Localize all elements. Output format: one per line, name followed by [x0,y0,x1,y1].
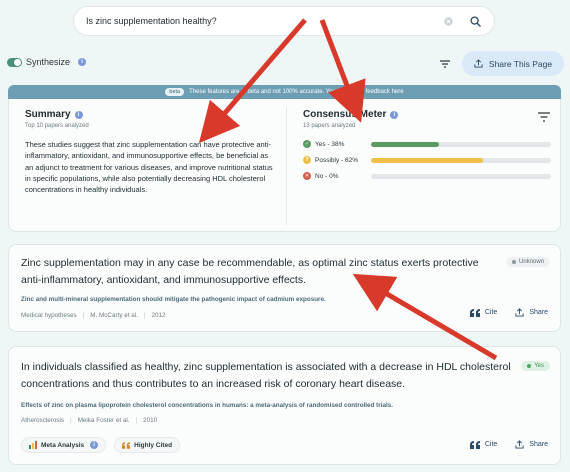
meta-separator: | [82,312,85,319]
cross-icon: ✕ [303,172,311,180]
share-page-button[interactable]: Share This Page [462,51,564,76]
paper-claim[interactable]: Zinc supplementation may in any case be … [21,255,481,289]
results-overview-card: Summary i Top 10 papers analyzed These s… [8,99,561,232]
summary-subtitle: Top 10 papers analyzed [25,123,89,129]
filter-icon [440,60,450,68]
paper-title[interactable]: Zinc and multi-mineral supplementation s… [21,296,501,303]
consensus-subtitle: 13 papers analyzed [303,123,356,129]
summary-title: Summary [25,109,71,120]
meter-row-yes: ✓ Yes - 38% [303,140,555,148]
paper-journal: Atherosclerosis [21,417,65,424]
quote-icon [469,440,480,449]
search-bar[interactable]: Is zinc supplementation healthy? [73,6,495,36]
share-label: Share [529,441,548,448]
status-dot [511,260,516,264]
synthesize-toggle[interactable] [7,57,22,67]
divider [286,107,287,225]
synthesize-row: Synthesize i [7,57,87,67]
paper-year: 2012 [151,312,166,319]
meta-separator: | [70,417,72,424]
meter-track-no [371,173,551,179]
synthesize-label: Synthesize [26,57,71,67]
meter-track-possibly [371,157,551,163]
meter-row-possibly: ? Possibly - 62% [303,156,555,164]
meta-analysis-label: Meta Analysis [41,441,85,449]
meter-fill-possibly [371,157,483,163]
filter-button[interactable] [432,52,458,76]
beta-badge: beta [165,88,185,96]
status-badge-yes: Yes [521,361,550,371]
share-page-label: Share This Page [488,58,553,69]
paper-card[interactable]: Zinc supplementation may in any case be … [8,244,561,332]
cite-button[interactable]: Cite [469,440,498,449]
share-label: Share [529,309,548,316]
paper-claim[interactable]: In individuals classified as healthy, zi… [21,359,511,393]
meta-separator: | [143,312,146,319]
question-icon: ? [303,156,311,164]
share-icon [474,59,483,68]
check-icon: ✓ [303,140,311,148]
cite-label: Cite [484,441,498,448]
quote-icon [469,308,480,317]
summary-info-icon[interactable]: i [74,110,83,119]
consensus-title: Consensus Meter [303,109,387,120]
meter-track-yes [371,141,551,147]
meta-analysis-badge[interactable]: Meta Analysis i [21,437,107,453]
share-icon [515,440,524,449]
meter-label-yes: Yes - 38% [315,140,345,148]
status-badge-label: Yes [534,363,544,369]
summary-text: These studies suggest that zinc suppleme… [25,140,273,195]
share-button[interactable]: Share [515,440,548,449]
paper-actions: Cite Share [469,308,548,317]
consensus-meter-section: Consensus Meter i 13 papers analyzed ✓ Y… [303,109,555,180]
search-icon[interactable] [466,12,484,30]
highly-cited-badge[interactable]: Highly Cited [114,437,181,453]
status-badge-label: Unknown [518,259,544,265]
meta-analysis-info-icon[interactable]: i [90,441,99,449]
paper-authors: M. McCarty et al. [90,312,138,319]
paper-card[interactable]: In individuals classified as healthy, zi… [8,346,561,465]
status-dot [527,364,532,368]
search-input[interactable]: Is zinc supplementation healthy? [84,16,440,26]
consensus-info-icon[interactable]: i [390,110,399,119]
info-icon[interactable]: i [78,58,87,66]
meta-separator: | [135,417,138,424]
share-icon [515,308,524,317]
paper-meta: Atherosclerosis | Meika Foster et al. | … [21,417,157,424]
highly-cited-label: Highly Cited [134,441,173,449]
meter-row-no: ✕ No - 0% [303,172,555,180]
summary-heading: Summary i [25,109,275,120]
bar-chart-icon [29,441,37,449]
status-badge-unknown: Unknown [505,257,550,267]
beta-banner: beta These features are in beta and not … [8,85,561,99]
paper-authors: Meika Foster et al. [77,417,130,424]
clear-icon[interactable] [440,13,456,29]
meter-fill-yes [371,141,440,147]
paper-title[interactable]: Effects of zinc on plasma lipoprotein ch… [21,402,501,409]
consensus-filter-icon[interactable] [537,111,551,123]
quote-icon [122,441,131,449]
beta-text[interactable]: These features are in beta and not 100% … [189,89,403,95]
cite-button[interactable]: Cite [469,308,498,317]
paper-year: 2010 [143,417,158,424]
paper-actions: Cite Share [469,440,548,449]
meter-label-possibly: Possibly - 62% [315,156,358,164]
share-button[interactable]: Share [515,308,548,317]
meter-label-no: No - 0% [315,172,339,180]
paper-meta: Medical hypotheses | M. McCarty et al. |… [21,312,166,319]
paper-journal: Medical hypotheses [21,312,77,319]
summary-section: Summary i Top 10 papers analyzed These s… [25,109,275,195]
cite-label: Cite [484,309,498,316]
paper-badges: Meta Analysis i Highly Cited [21,437,181,453]
consensus-heading: Consensus Meter i [303,109,555,120]
